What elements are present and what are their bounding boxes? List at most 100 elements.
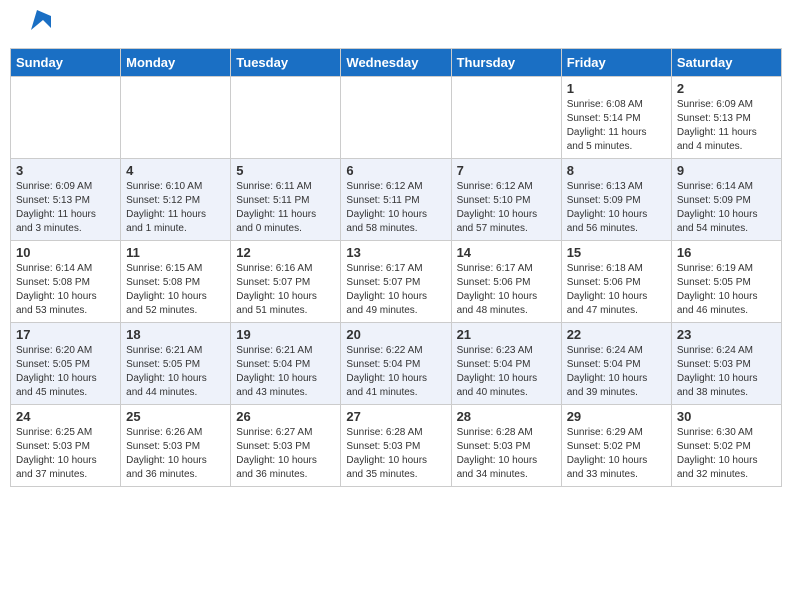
day-info: Sunrise: 6:16 AM Sunset: 5:07 PM Dayligh…: [236, 262, 335, 318]
day-cell-3: 3 Sunrise: 6:09 AM Sunset: 5:13 PM Daylig…: [11, 159, 121, 241]
day-number: 15: [567, 245, 666, 260]
day-info: Sunrise: 6:14 AM Sunset: 5:08 PM Dayligh…: [16, 262, 115, 318]
day-info: Sunrise: 6:26 AM Sunset: 5:03 PM Dayligh…: [126, 426, 225, 482]
day-info: Sunrise: 6:19 AM Sunset: 5:05 PM Dayligh…: [677, 262, 776, 318]
day-info: Sunrise: 6:21 AM Sunset: 5:05 PM Dayligh…: [126, 344, 225, 400]
day-number: 20: [346, 327, 445, 342]
day-info: Sunrise: 6:23 AM Sunset: 5:04 PM Dayligh…: [457, 344, 556, 400]
day-number: 11: [126, 245, 225, 260]
day-number: 26: [236, 409, 335, 424]
col-header-thursday: Thursday: [451, 49, 561, 77]
day-cell-27: 27 Sunrise: 6:28 AM Sunset: 5:03 PM Dayli…: [341, 405, 451, 487]
day-number: 2: [677, 81, 776, 96]
empty-cell: [451, 77, 561, 159]
day-number: 3: [16, 163, 115, 178]
day-cell-5: 5Sunrise: 6:11 AM Sunset: 5:11 PM Daylig…: [231, 159, 341, 241]
day-cell-23: 23 Sunrise: 6:24 AM Sunset: 5:03 PM Dayli…: [671, 323, 781, 405]
col-header-monday: Monday: [121, 49, 231, 77]
day-info: Sunrise: 6:18 AM Sunset: 5:06 PM Dayligh…: [567, 262, 666, 318]
day-info: Sunrise: 6:15 AM Sunset: 5:08 PM Dayligh…: [126, 262, 225, 318]
week-row-1: 1 Sunrise: 6:08 AM Sunset: 5:14 PM Daylig…: [11, 77, 782, 159]
day-info: Sunrise: 6:29 AM Sunset: 5:02 PM Dayligh…: [567, 426, 666, 482]
day-cell-14: 14 Sunrise: 6:17 AM Sunset: 5:06 PM Dayli…: [451, 241, 561, 323]
empty-cell: [231, 77, 341, 159]
day-number: 7: [457, 163, 556, 178]
day-number: 6: [346, 163, 445, 178]
week-row-2: 3 Sunrise: 6:09 AM Sunset: 5:13 PM Daylig…: [11, 159, 782, 241]
day-cell-24: 24 Sunrise: 6:25 AM Sunset: 5:03 PM Dayli…: [11, 405, 121, 487]
day-cell-18: 18 Sunrise: 6:21 AM Sunset: 5:05 PM Dayli…: [121, 323, 231, 405]
day-cell-17: 17 Sunrise: 6:20 AM Sunset: 5:05 PM Dayli…: [11, 323, 121, 405]
day-info: Sunrise: 6:09 AM Sunset: 5:13 PM Dayligh…: [16, 180, 115, 236]
day-number: 21: [457, 327, 556, 342]
empty-cell: [121, 77, 231, 159]
day-cell-13: 13 Sunrise: 6:17 AM Sunset: 5:07 PM Dayli…: [341, 241, 451, 323]
day-info: Sunrise: 6:12 AM Sunset: 5:10 PM Dayligh…: [457, 180, 556, 236]
day-cell-29: 29Sunrise: 6:29 AM Sunset: 5:02 PM Dayli…: [561, 405, 671, 487]
day-cell-10: 10 Sunrise: 6:14 AM Sunset: 5:08 PM Dayli…: [11, 241, 121, 323]
day-number: 14: [457, 245, 556, 260]
day-number: 18: [126, 327, 225, 342]
day-info: Sunrise: 6:08 AM Sunset: 5:14 PM Dayligh…: [567, 98, 666, 154]
day-cell-21: 21 Sunrise: 6:23 AM Sunset: 5:04 PM Dayli…: [451, 323, 561, 405]
day-cell-12: 12Sunrise: 6:16 AM Sunset: 5:07 PM Dayli…: [231, 241, 341, 323]
day-cell-19: 19 Sunrise: 6:21 AM Sunset: 5:04 PM Dayli…: [231, 323, 341, 405]
day-cell-7: 7 Sunrise: 6:12 AM Sunset: 5:10 PM Daylig…: [451, 159, 561, 241]
day-info: Sunrise: 6:24 AM Sunset: 5:04 PM Dayligh…: [567, 344, 666, 400]
day-cell-8: 8 Sunrise: 6:13 AM Sunset: 5:09 PM Daylig…: [561, 159, 671, 241]
day-info: Sunrise: 6:25 AM Sunset: 5:03 PM Dayligh…: [16, 426, 115, 482]
day-number: 5: [236, 163, 335, 178]
week-row-4: 17 Sunrise: 6:20 AM Sunset: 5:05 PM Dayli…: [11, 323, 782, 405]
day-number: 24: [16, 409, 115, 424]
day-number: 17: [16, 327, 115, 342]
day-cell-4: 4 Sunrise: 6:10 AM Sunset: 5:12 PM Daylig…: [121, 159, 231, 241]
day-cell-9: 9 Sunrise: 6:14 AM Sunset: 5:09 PM Daylig…: [671, 159, 781, 241]
day-info: Sunrise: 6:14 AM Sunset: 5:09 PM Dayligh…: [677, 180, 776, 236]
day-info: Sunrise: 6:22 AM Sunset: 5:04 PM Dayligh…: [346, 344, 445, 400]
day-number: 10: [16, 245, 115, 260]
day-info: Sunrise: 6:24 AM Sunset: 5:03 PM Dayligh…: [677, 344, 776, 400]
calendar-table: SundayMondayTuesdayWednesdayThursdayFrid…: [10, 48, 782, 487]
col-header-saturday: Saturday: [671, 49, 781, 77]
empty-cell: [341, 77, 451, 159]
week-row-5: 24 Sunrise: 6:25 AM Sunset: 5:03 PM Dayli…: [11, 405, 782, 487]
day-cell-26: 26Sunrise: 6:27 AM Sunset: 5:03 PM Dayli…: [231, 405, 341, 487]
day-info: Sunrise: 6:30 AM Sunset: 5:02 PM Dayligh…: [677, 426, 776, 482]
day-number: 23: [677, 327, 776, 342]
day-info: Sunrise: 6:09 AM Sunset: 5:13 PM Dayligh…: [677, 98, 776, 154]
day-number: 30: [677, 409, 776, 424]
day-cell-22: 22 Sunrise: 6:24 AM Sunset: 5:04 PM Dayli…: [561, 323, 671, 405]
col-header-friday: Friday: [561, 49, 671, 77]
day-number: 28: [457, 409, 556, 424]
day-cell-6: 6Sunrise: 6:12 AM Sunset: 5:11 PM Daylig…: [341, 159, 451, 241]
logo-icon: [23, 10, 51, 38]
day-number: 19: [236, 327, 335, 342]
day-info: Sunrise: 6:20 AM Sunset: 5:05 PM Dayligh…: [16, 344, 115, 400]
logo: [20, 20, 51, 38]
day-cell-2: 2 Sunrise: 6:09 AM Sunset: 5:13 PM Daylig…: [671, 77, 781, 159]
day-cell-25: 25 Sunrise: 6:26 AM Sunset: 5:03 PM Dayli…: [121, 405, 231, 487]
day-number: 9: [677, 163, 776, 178]
col-header-wednesday: Wednesday: [341, 49, 451, 77]
day-number: 1: [567, 81, 666, 96]
day-number: 8: [567, 163, 666, 178]
day-info: Sunrise: 6:17 AM Sunset: 5:07 PM Dayligh…: [346, 262, 445, 318]
calendar-header-row: SundayMondayTuesdayWednesdayThursdayFrid…: [11, 49, 782, 77]
day-cell-16: 16Sunrise: 6:19 AM Sunset: 5:05 PM Dayli…: [671, 241, 781, 323]
day-info: Sunrise: 6:10 AM Sunset: 5:12 PM Dayligh…: [126, 180, 225, 236]
day-cell-30: 30 Sunrise: 6:30 AM Sunset: 5:02 PM Dayli…: [671, 405, 781, 487]
day-number: 25: [126, 409, 225, 424]
day-info: Sunrise: 6:17 AM Sunset: 5:06 PM Dayligh…: [457, 262, 556, 318]
day-info: Sunrise: 6:28 AM Sunset: 5:03 PM Dayligh…: [346, 426, 445, 482]
day-number: 22: [567, 327, 666, 342]
week-row-3: 10 Sunrise: 6:14 AM Sunset: 5:08 PM Dayli…: [11, 241, 782, 323]
page-header: [10, 10, 782, 43]
day-cell-15: 15 Sunrise: 6:18 AM Sunset: 5:06 PM Dayli…: [561, 241, 671, 323]
day-number: 13: [346, 245, 445, 260]
day-info: Sunrise: 6:13 AM Sunset: 5:09 PM Dayligh…: [567, 180, 666, 236]
col-header-tuesday: Tuesday: [231, 49, 341, 77]
day-number: 27: [346, 409, 445, 424]
day-number: 4: [126, 163, 225, 178]
day-info: Sunrise: 6:21 AM Sunset: 5:04 PM Dayligh…: [236, 344, 335, 400]
day-cell-28: 28Sunrise: 6:28 AM Sunset: 5:03 PM Dayli…: [451, 405, 561, 487]
